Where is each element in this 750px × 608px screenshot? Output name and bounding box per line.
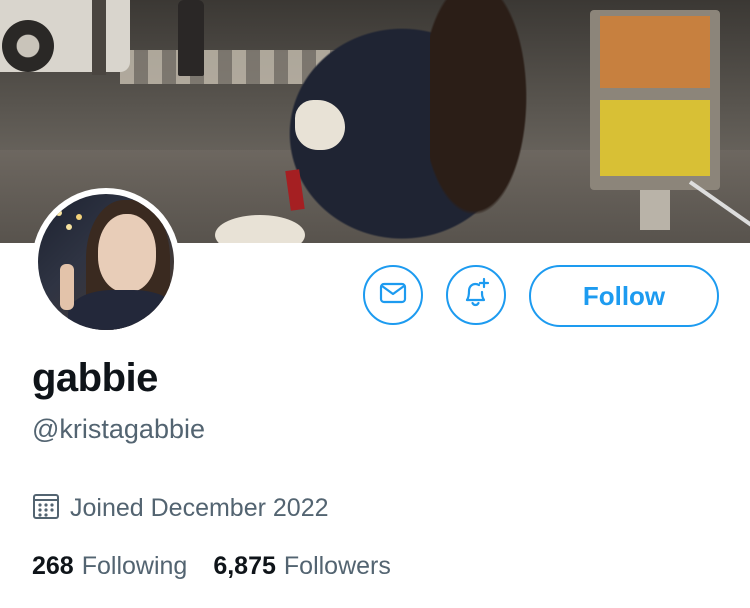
following-count: 268 (32, 552, 74, 580)
avatar-background-lights (56, 210, 62, 216)
envelope-icon (377, 277, 409, 314)
user-handle: @kristagabbie (32, 414, 205, 444)
join-date-label: Joined December 2022 (70, 494, 329, 522)
banner-newsstand-panel-top (600, 16, 710, 88)
avatar-hand (60, 264, 74, 310)
banner-wheel (2, 20, 54, 72)
message-button[interactable] (363, 265, 423, 325)
following-link[interactable]: 268 Following (32, 552, 187, 581)
display-name: gabbie (32, 356, 158, 400)
banner-pedestrian (178, 0, 204, 76)
banner-newsstand-base (640, 190, 670, 230)
notify-button[interactable] (446, 265, 506, 325)
followers-link[interactable]: 6,875 Followers (213, 552, 391, 581)
follow-button[interactable]: Follow (529, 265, 719, 327)
join-date: Joined December 2022 (32, 492, 329, 525)
banner-sweater-patch (295, 100, 345, 150)
calendar-icon (32, 492, 60, 525)
banner-hair (430, 0, 540, 243)
banner-truck (0, 0, 130, 72)
profile-stats: 268 Following 6,875 Followers (32, 552, 391, 581)
banner-newsstand-panel-bottom (600, 100, 710, 176)
banner-pole (92, 0, 106, 75)
avatar[interactable] (32, 188, 180, 336)
bell-plus-icon (459, 276, 493, 315)
followers-count: 6,875 (213, 552, 276, 580)
following-label: Following (81, 552, 188, 580)
followers-label: Followers (283, 552, 391, 580)
avatar-face (98, 214, 156, 292)
banner-newsstand (590, 10, 720, 190)
avatar-body (68, 290, 174, 330)
avatar-photo (38, 194, 174, 330)
